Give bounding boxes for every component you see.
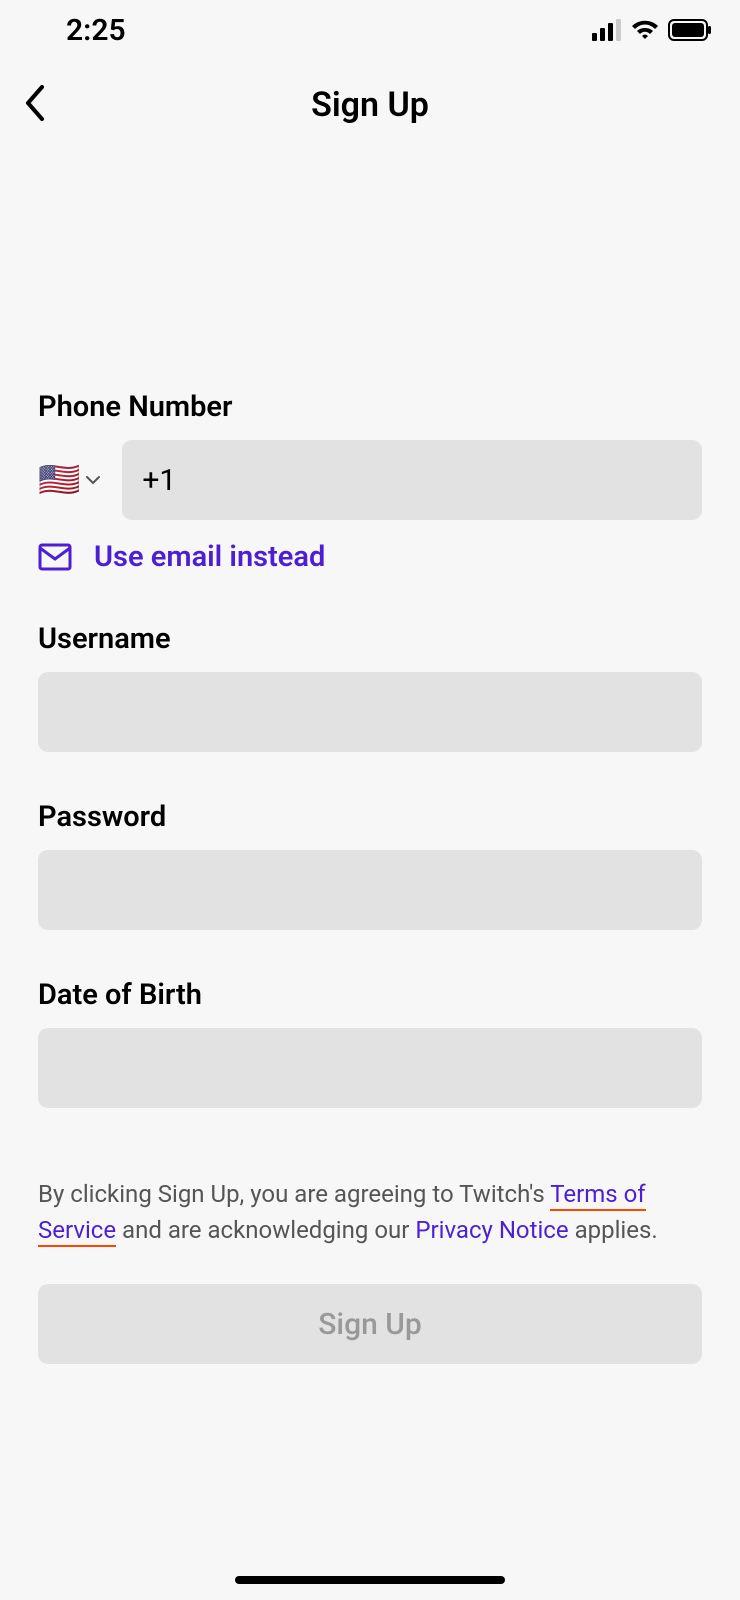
signup-form: Phone Number 🇺🇸 Use email instead Userna… — [0, 390, 740, 1364]
password-input[interactable] — [38, 850, 702, 930]
dob-field-block: Date of Birth — [38, 978, 702, 1156]
page-title: Sign Up — [311, 85, 429, 125]
nav-bar: Sign Up — [0, 60, 740, 150]
phone-input[interactable] — [122, 440, 702, 520]
legal-suffix: applies. — [569, 1216, 658, 1244]
phone-row: 🇺🇸 — [38, 440, 702, 520]
use-email-instead-link[interactable]: Use email instead — [38, 540, 702, 574]
chevron-left-icon — [24, 85, 46, 121]
signup-button[interactable]: Sign Up — [38, 1284, 702, 1364]
us-flag-icon: 🇺🇸 — [38, 460, 80, 500]
battery-icon — [668, 19, 712, 41]
username-label: Username — [38, 622, 702, 656]
status-time: 2:25 — [66, 13, 126, 48]
dob-input[interactable] — [38, 1028, 702, 1108]
legal-prefix: By clicking Sign Up, you are agreeing to… — [38, 1180, 550, 1208]
privacy-notice-link[interactable]: Privacy Notice — [415, 1216, 568, 1245]
phone-label: Phone Number — [38, 390, 702, 424]
email-icon — [38, 543, 72, 571]
username-input[interactable] — [38, 672, 702, 752]
legal-text: By clicking Sign Up, you are agreeing to… — [38, 1176, 702, 1248]
cellular-icon — [592, 19, 622, 41]
back-button[interactable] — [24, 85, 46, 125]
password-field-block: Password — [38, 800, 702, 978]
chevron-down-icon — [86, 475, 100, 485]
wifi-icon — [630, 19, 660, 41]
status-bar: 2:25 — [0, 0, 740, 60]
use-email-link-text: Use email instead — [94, 540, 325, 574]
username-field-block: Username — [38, 622, 702, 800]
country-code-selector[interactable]: 🇺🇸 — [38, 460, 100, 500]
legal-middle: and are acknowledging our — [116, 1216, 415, 1244]
status-icons — [592, 19, 712, 41]
home-indicator[interactable] — [235, 1576, 505, 1584]
dob-label: Date of Birth — [38, 978, 702, 1012]
password-label: Password — [38, 800, 702, 834]
phone-field-block: Phone Number 🇺🇸 — [38, 390, 702, 520]
